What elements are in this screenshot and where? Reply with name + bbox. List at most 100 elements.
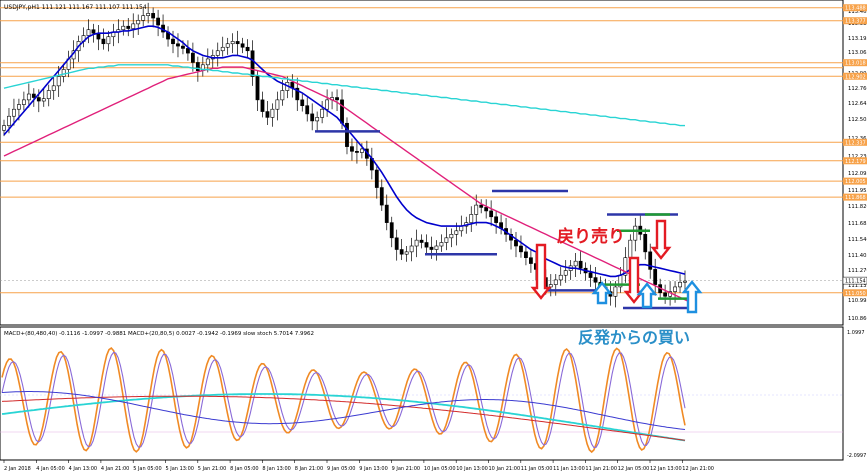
time-tick-label: 5 Jan 13:00 bbox=[166, 466, 194, 472]
candle-body bbox=[384, 204, 389, 223]
candle-body bbox=[474, 204, 479, 215]
candle-body bbox=[335, 97, 339, 101]
candle-body bbox=[265, 111, 270, 118]
time-tick-label: 12 Jan 13:00 bbox=[650, 466, 682, 472]
candle-body bbox=[489, 210, 494, 218]
candle-body bbox=[374, 169, 379, 188]
candle-body bbox=[444, 237, 449, 243]
candle-body bbox=[573, 260, 578, 267]
candle-body bbox=[36, 97, 41, 102]
candle-body bbox=[215, 50, 220, 56]
candle-body bbox=[673, 286, 677, 292]
candle-body bbox=[514, 239, 518, 247]
candle-body bbox=[106, 36, 111, 45]
price-tag-label: 112.337 bbox=[845, 140, 866, 146]
candle-body bbox=[340, 99, 344, 124]
candle-body bbox=[613, 286, 618, 297]
candle-body bbox=[434, 245, 439, 250]
candle-body bbox=[31, 93, 36, 98]
candle-body bbox=[643, 234, 648, 253]
candle-body bbox=[350, 146, 354, 152]
candle-body bbox=[250, 50, 255, 77]
candle-body bbox=[270, 108, 275, 118]
time-tick-label: 10 Jan 05:00 bbox=[424, 466, 456, 472]
trading-chart[interactable]: 113.465113.335113.195113.065112.905112.7… bbox=[0, 0, 867, 475]
candle-body bbox=[524, 251, 528, 258]
candle-body bbox=[190, 52, 195, 63]
candle-body bbox=[399, 249, 404, 255]
candle-body bbox=[320, 108, 325, 118]
candle-body bbox=[424, 242, 429, 248]
candle-body bbox=[7, 115, 11, 126]
candle-body bbox=[275, 99, 280, 110]
candle-body bbox=[151, 13, 156, 19]
candle-body bbox=[315, 117, 320, 122]
macd-info-line: MACD+(80,480,40) -0.1116 -1.0997 -0.9881… bbox=[4, 331, 314, 337]
candle-body bbox=[51, 85, 56, 91]
candle-body bbox=[588, 272, 593, 278]
candle-body bbox=[26, 93, 31, 101]
macd-panel[interactable] bbox=[0, 326, 844, 461]
candle-body bbox=[519, 245, 523, 253]
candle-body bbox=[394, 237, 399, 250]
time-tick-label: 12 Jan 21:00 bbox=[682, 466, 714, 472]
candle-body bbox=[186, 48, 190, 54]
price-tick-label: 112.095 bbox=[848, 171, 867, 177]
candle-body bbox=[131, 23, 136, 29]
price-tick-label: 111.270 bbox=[848, 268, 867, 274]
candle-body bbox=[558, 274, 563, 281]
candle-body bbox=[548, 284, 553, 288]
price-tag-label: 112.902 bbox=[845, 74, 866, 80]
time-tick-label: 4 Jan 21:00 bbox=[101, 466, 129, 472]
price-tick-label: 111.540 bbox=[848, 237, 867, 243]
candle-body bbox=[633, 225, 638, 241]
price-tag-label: 111.868 bbox=[845, 195, 866, 201]
time-tick-label: 8 Jan 13:00 bbox=[262, 466, 290, 472]
candle-body bbox=[121, 25, 126, 31]
candle-body bbox=[235, 41, 240, 45]
time-tick-label: 9 Jan 21:00 bbox=[392, 466, 420, 472]
price-tag-label: 113.377 bbox=[845, 19, 866, 25]
candle-body bbox=[419, 239, 424, 243]
candle-body bbox=[479, 204, 484, 208]
price-tick-label: 110.995 bbox=[848, 298, 867, 304]
candle-body bbox=[683, 280, 687, 283]
candle-body bbox=[91, 29, 96, 34]
candle-body bbox=[414, 239, 419, 247]
time-tick-label: 9 Jan 05:00 bbox=[327, 466, 355, 472]
candle-body bbox=[429, 246, 434, 250]
candle-body bbox=[141, 15, 146, 21]
time-axis: 2 Jan 2018 4 Jan 05:00 4 Jan 13:00 4 Jan 21… bbox=[3, 460, 714, 472]
candle-body bbox=[260, 99, 265, 112]
candle-body bbox=[181, 45, 185, 49]
candle-body bbox=[454, 230, 459, 235]
time-tick-label: 11 Jan 05:00 bbox=[521, 466, 553, 472]
candle-body bbox=[46, 90, 51, 99]
candle-body bbox=[469, 214, 474, 223]
time-tick-label: 10 Jan 13:00 bbox=[456, 466, 488, 472]
candle-body bbox=[409, 245, 414, 253]
candle-body bbox=[553, 279, 558, 285]
price-tick-label: 113.195 bbox=[848, 36, 867, 42]
candle-body bbox=[359, 148, 364, 153]
candle-body bbox=[21, 99, 26, 105]
candle-body bbox=[529, 257, 533, 264]
price-axis: 113.465113.335113.195113.065112.905112.7… bbox=[842, 4, 867, 322]
price-tick-label: 113.065 bbox=[848, 50, 867, 56]
candle-body bbox=[126, 25, 131, 29]
macd-axis-bottom: -2.0997 bbox=[847, 453, 866, 459]
price-tag-label: 112.005 bbox=[845, 179, 866, 185]
candle-body bbox=[61, 69, 66, 77]
candle-body bbox=[355, 151, 359, 153]
time-tick-label: 5 Jan 21:00 bbox=[198, 466, 226, 472]
time-tick-label: 10 Jan 21:00 bbox=[489, 466, 521, 472]
candle-body bbox=[628, 239, 633, 258]
candle-body bbox=[146, 13, 151, 16]
candle-body bbox=[449, 234, 454, 239]
candle-body bbox=[439, 242, 444, 247]
candle-body bbox=[300, 99, 305, 107]
current-price-label: 111.154 bbox=[845, 279, 866, 285]
candle-body bbox=[156, 17, 160, 26]
candle-body bbox=[678, 281, 682, 288]
candle-body bbox=[280, 90, 285, 101]
